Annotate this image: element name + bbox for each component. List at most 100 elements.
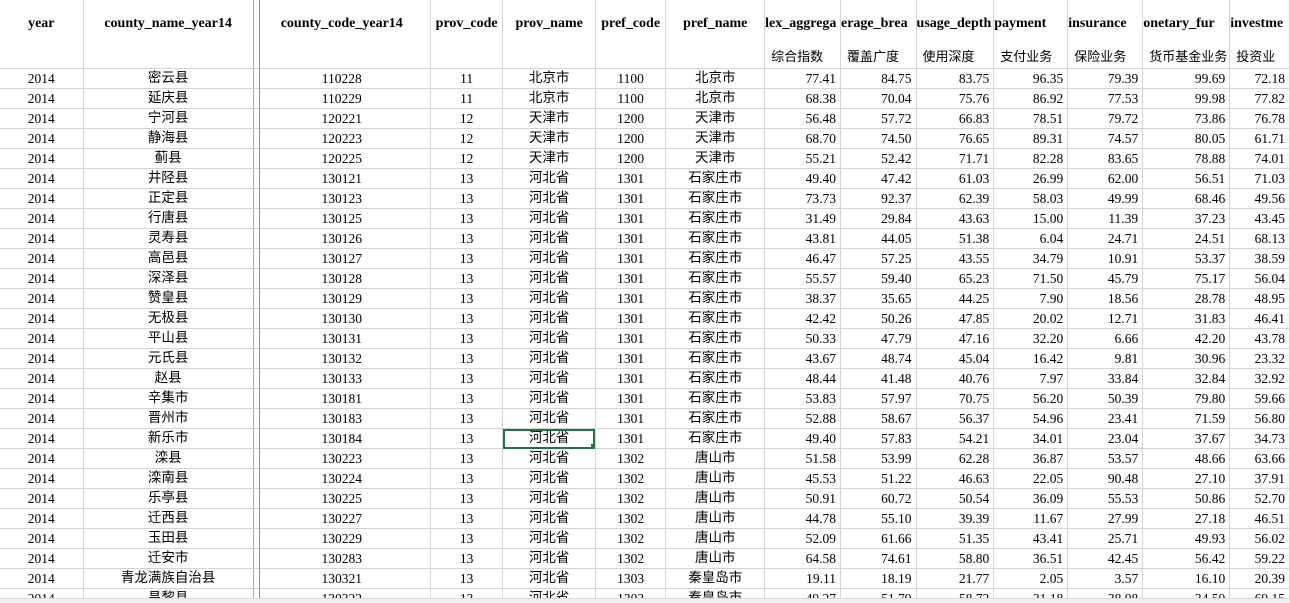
cell-year[interactable]: 2014 — [0, 408, 84, 429]
cell-index_aggregate[interactable]: 43.67 — [764, 348, 841, 369]
cell-usage_depth[interactable]: 56.37 — [916, 408, 995, 429]
cell-usage_depth[interactable]: 75.76 — [916, 88, 995, 109]
cell-usage_depth[interactable]: 83.75 — [916, 68, 995, 89]
cell-prov_code[interactable]: 12 — [430, 108, 504, 129]
cell-monetary_fund[interactable]: 28.78 — [1142, 288, 1231, 309]
cell-coverage[interactable]: 57.72 — [840, 108, 917, 129]
cell-year[interactable]: 2014 — [0, 308, 84, 329]
cell-pref_code[interactable]: 1302 — [595, 548, 667, 569]
cell-pref_name[interactable]: 唐山市 — [665, 528, 766, 549]
cell-monetary_fund[interactable]: 48.66 — [1142, 448, 1231, 469]
cell-usage_depth[interactable]: 71.71 — [916, 148, 995, 169]
cell-county_code[interactable]: 130123 — [253, 188, 431, 209]
column-subheader-county_code[interactable] — [253, 48, 431, 69]
cell-prov_code[interactable]: 13 — [430, 408, 504, 429]
cell-monetary_fund[interactable]: 27.18 — [1142, 508, 1231, 529]
cell-payment[interactable]: 34.01 — [993, 428, 1069, 449]
cell-prov_name[interactable]: 河北省 — [502, 568, 596, 589]
cell-insurance[interactable]: 9.81 — [1067, 348, 1144, 369]
cell-county_name[interactable]: 延庆县 — [83, 88, 254, 109]
cell-prov_code[interactable]: 13 — [430, 508, 504, 529]
cell-pref_name[interactable]: 石家庄市 — [665, 428, 766, 449]
cell-investment[interactable]: 20.39 — [1229, 568, 1290, 589]
cell-index_aggregate[interactable]: 55.57 — [764, 268, 841, 289]
cell-pref_name[interactable]: 石家庄市 — [665, 328, 766, 349]
cell-county_code[interactable]: 130224 — [253, 468, 431, 489]
cell-insurance[interactable]: 53.57 — [1067, 448, 1144, 469]
cell-investment[interactable]: 38.59 — [1229, 248, 1290, 269]
cell-payment[interactable]: 15.00 — [993, 208, 1069, 229]
cell-index_aggregate[interactable]: 31.49 — [764, 208, 841, 229]
cell-monetary_fund[interactable]: 99.98 — [1142, 88, 1231, 109]
cell-county_name[interactable]: 青龙满族自治县 — [83, 568, 254, 589]
cell-pref_code[interactable]: 1200 — [595, 148, 667, 169]
cell-monetary_fund[interactable]: 80.05 — [1142, 128, 1231, 149]
cell-pref_name[interactable]: 唐山市 — [665, 488, 766, 509]
cell-monetary_fund[interactable]: 42.20 — [1142, 328, 1231, 349]
cell-monetary_fund[interactable]: 27.10 — [1142, 468, 1231, 489]
cell-insurance[interactable]: 45.79 — [1067, 268, 1144, 289]
cell-pref_code[interactable]: 1301 — [595, 208, 667, 229]
cell-county_code[interactable]: 130128 — [253, 268, 431, 289]
column-header-pref_code[interactable]: pref_code — [595, 0, 667, 48]
cell-prov_name[interactable]: 河北省 — [502, 288, 596, 309]
cell-usage_depth[interactable]: 51.35 — [916, 528, 995, 549]
cell-county_name[interactable]: 行唐县 — [83, 208, 254, 229]
cell-pref_code[interactable]: 1301 — [595, 408, 667, 429]
cell-prov_code[interactable]: 13 — [430, 548, 504, 569]
cell-prov_code[interactable]: 13 — [430, 248, 504, 269]
cell-year[interactable]: 2014 — [0, 428, 84, 449]
cell-year[interactable]: 2014 — [0, 208, 84, 229]
cell-pref_name[interactable]: 石家庄市 — [665, 228, 766, 249]
cell-index_aggregate[interactable]: 48.44 — [764, 368, 841, 389]
cell-index_aggregate[interactable]: 19.11 — [764, 568, 841, 589]
cell-pref_name[interactable]: 石家庄市 — [665, 168, 766, 189]
cell-prov_name[interactable]: 北京市 — [502, 88, 596, 109]
cell-index_aggregate[interactable]: 68.70 — [764, 128, 841, 149]
cell-usage_depth[interactable]: 65.23 — [916, 268, 995, 289]
column-header-index_aggregate[interactable]: lex_aggrega — [764, 0, 841, 48]
cell-prov_name[interactable]: 河北省 — [502, 548, 596, 569]
cell-index_aggregate[interactable]: 49.40 — [764, 168, 841, 189]
cell-monetary_fund[interactable]: 50.86 — [1142, 488, 1231, 509]
column-subheader-pref_code[interactable] — [595, 48, 667, 69]
cell-pref_name[interactable]: 秦皇岛市 — [665, 568, 766, 589]
cell-index_aggregate[interactable]: 45.53 — [764, 468, 841, 489]
cell-county_name[interactable]: 玉田县 — [83, 528, 254, 549]
cell-year[interactable]: 2014 — [0, 508, 84, 529]
cell-year[interactable]: 2014 — [0, 488, 84, 509]
cell-payment[interactable]: 58.03 — [993, 188, 1069, 209]
cell-payment[interactable]: 20.02 — [993, 308, 1069, 329]
cell-insurance[interactable]: 23.41 — [1067, 408, 1144, 429]
cell-coverage[interactable]: 29.84 — [840, 208, 917, 229]
cell-investment[interactable]: 49.56 — [1229, 188, 1290, 209]
cell-prov_name[interactable]: 河北省 — [502, 308, 596, 329]
cell-insurance[interactable]: 18.56 — [1067, 288, 1144, 309]
cell-year[interactable]: 2014 — [0, 368, 84, 389]
cell-year[interactable]: 2014 — [0, 568, 84, 589]
cell-insurance[interactable]: 62.00 — [1067, 168, 1144, 189]
cell-county_code[interactable]: 130121 — [253, 168, 431, 189]
cell-monetary_fund[interactable]: 73.86 — [1142, 108, 1231, 129]
cell-county_code[interactable]: 120225 — [253, 148, 431, 169]
cell-pref_name[interactable]: 天津市 — [665, 108, 766, 129]
cell-county_name[interactable]: 滦县 — [83, 448, 254, 469]
cell-year[interactable]: 2014 — [0, 268, 84, 289]
column-subheader-insurance[interactable]: 保险业务 — [1067, 48, 1144, 69]
cell-investment[interactable]: 72.18 — [1229, 68, 1290, 89]
cell-monetary_fund[interactable]: 56.42 — [1142, 548, 1231, 569]
cell-usage_depth[interactable]: 76.65 — [916, 128, 995, 149]
cell-payment[interactable]: 86.92 — [993, 88, 1069, 109]
cell-coverage[interactable]: 57.83 — [840, 428, 917, 449]
cell-county_code[interactable]: 130184 — [253, 428, 431, 449]
cell-usage_depth[interactable]: 40.76 — [916, 368, 995, 389]
cell-prov_name[interactable]: 河北省 — [502, 268, 596, 289]
cell-index_aggregate[interactable]: 50.33 — [764, 328, 841, 349]
cell-pref_name[interactable]: 石家庄市 — [665, 308, 766, 329]
cell-monetary_fund[interactable]: 79.80 — [1142, 388, 1231, 409]
cell-pref_name[interactable]: 石家庄市 — [665, 408, 766, 429]
cell-pref_name[interactable]: 天津市 — [665, 148, 766, 169]
column-header-insurance[interactable]: insurance — [1067, 0, 1144, 48]
selected-cell[interactable]: 河北省 — [502, 428, 596, 449]
cell-county_name[interactable]: 赵县 — [83, 368, 254, 389]
